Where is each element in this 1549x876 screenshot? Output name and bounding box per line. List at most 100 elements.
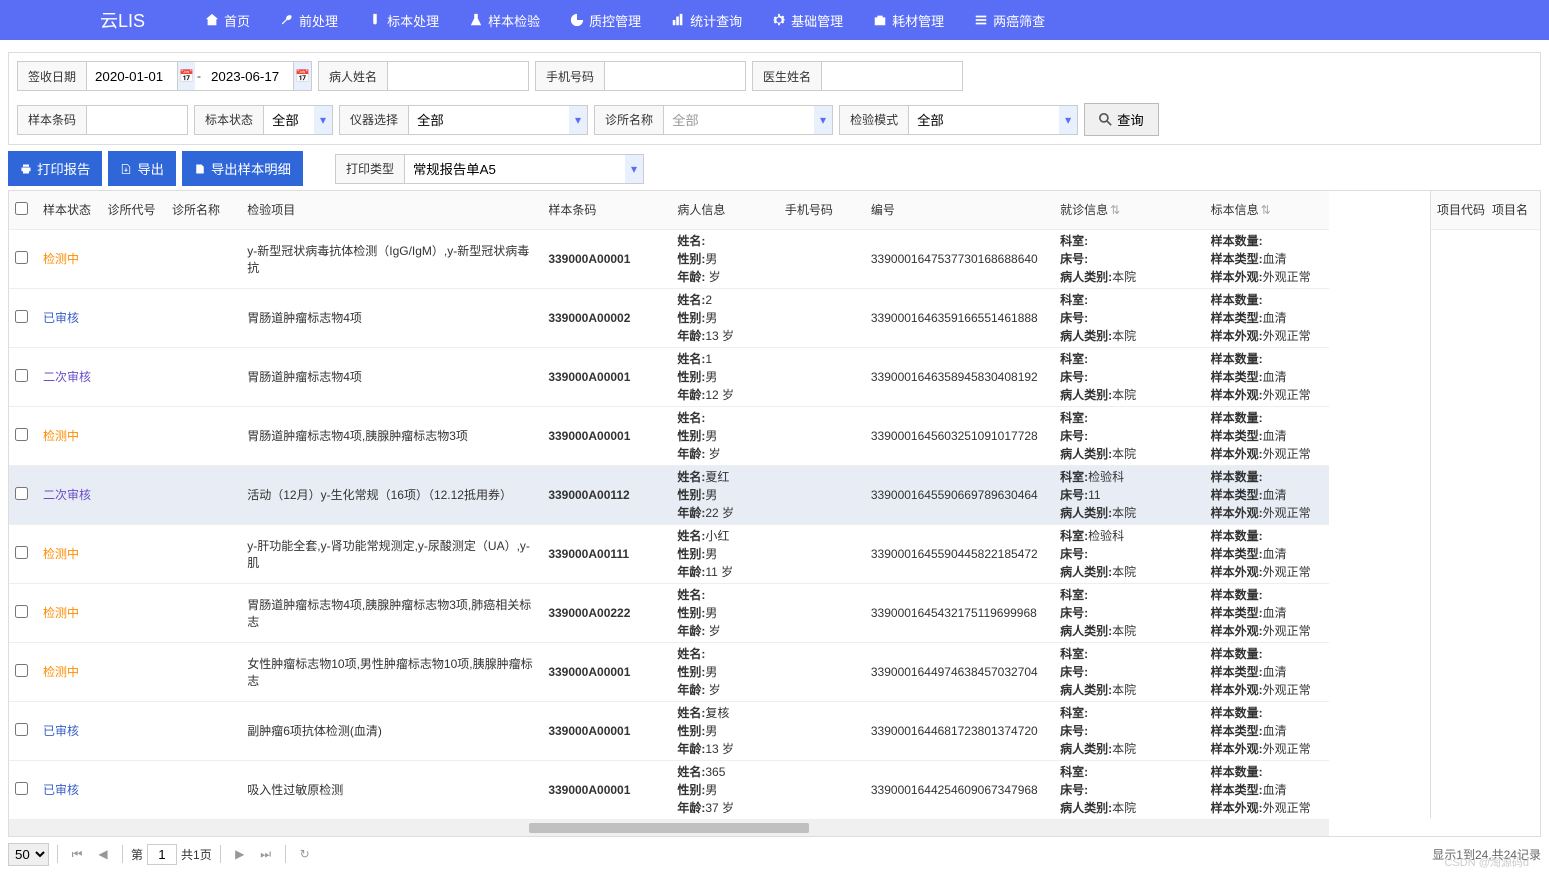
- chevron-down-icon[interactable]: ▾: [1059, 106, 1077, 134]
- refresh-button[interactable]: ↻: [294, 843, 316, 865]
- status-group: 标本状态 ▾: [194, 105, 333, 135]
- col-number[interactable]: 编号: [865, 191, 1054, 229]
- cell-number: 3390001644681723801374720: [865, 701, 1054, 760]
- nav-screening[interactable]: 两癌筛查: [974, 11, 1045, 30]
- patient-name-label: 病人姓名: [319, 62, 388, 90]
- cell-test-item: 胃肠道肿瘤标志物4项,胰腺肿瘤标志物3项,肺癌相关标志: [241, 583, 542, 642]
- table-row[interactable]: 检测中y-新型冠状病毒抗体检测（IgG/IgM）,y-新型冠状病毒抗339000…: [9, 229, 1329, 288]
- row-checkbox[interactable]: [15, 723, 28, 736]
- date-from-input[interactable]: [87, 62, 177, 90]
- date-to-input[interactable]: [203, 62, 293, 90]
- table-row[interactable]: 二次审核胃肠道肿瘤标志物4项339000A00001姓名:1性别:男年龄:12 …: [9, 347, 1329, 406]
- cell-patient-info: 姓名:小红性别:男年龄:11 岁: [671, 524, 779, 583]
- cell-clinic-name: [166, 642, 241, 701]
- table-row[interactable]: 已审核吸入性过敏原检测339000A00001姓名:365性别:男年龄:37 岁…: [9, 760, 1329, 819]
- nav-preprocess[interactable]: 前处理: [280, 11, 338, 30]
- print-type-select[interactable]: [405, 155, 625, 183]
- patient-name-input[interactable]: [388, 62, 528, 90]
- nav-consumable[interactable]: 耗材管理: [873, 11, 944, 30]
- cell-status: 检测中: [37, 229, 102, 288]
- print-report-button[interactable]: 打印报告: [8, 151, 102, 186]
- page-size-select[interactable]: 50: [8, 843, 49, 866]
- last-page-button[interactable]: ⏭: [255, 843, 277, 865]
- nav-specimen[interactable]: 标本处理: [368, 11, 439, 30]
- col-sample-info[interactable]: 标本信息⇅: [1205, 191, 1329, 229]
- clinic-select[interactable]: [664, 106, 814, 134]
- doctor-input[interactable]: [822, 62, 962, 90]
- horizontal-scrollbar[interactable]: [9, 820, 1329, 836]
- cell-visit-info: 科室:床号:病人类别:本院: [1054, 347, 1205, 406]
- cell-visit-info: 科室:床号:病人类别:本院: [1054, 229, 1205, 288]
- calendar-icon[interactable]: 📅: [293, 62, 311, 90]
- nav-qc[interactable]: 质控管理: [570, 11, 641, 30]
- status-select[interactable]: [264, 106, 314, 134]
- table-row[interactable]: 检测中胃肠道肿瘤标志物4项,胰腺肿瘤标志物3项339000A00001姓名:性别…: [9, 406, 1329, 465]
- chevron-down-icon[interactable]: ▾: [625, 155, 643, 183]
- chevron-down-icon[interactable]: ▾: [814, 106, 832, 134]
- sample-table: 样本状态 诊所代号 诊所名称 检验项目 样本条码 病人信息 手机号码 编号 就诊…: [9, 191, 1329, 820]
- table-scroll[interactable]: 样本状态 诊所代号 诊所名称 检验项目 样本条码 病人信息 手机号码 编号 就诊…: [9, 191, 1329, 836]
- barcode-input[interactable]: [87, 106, 187, 134]
- table-row[interactable]: 已审核胃肠道肿瘤标志物4项339000A00002姓名:2性别:男年龄:13 岁…: [9, 288, 1329, 347]
- col-item-code[interactable]: 项目代码: [1431, 191, 1486, 229]
- calendar-icon[interactable]: 📅: [177, 62, 195, 90]
- phone-input[interactable]: [605, 62, 745, 90]
- cell-barcode: 339000A00001: [542, 406, 671, 465]
- prev-page-button[interactable]: ◀: [92, 843, 114, 865]
- scrollbar-thumb[interactable]: [529, 823, 809, 833]
- row-checkbox[interactable]: [15, 310, 28, 323]
- col-clinic-name[interactable]: 诊所名称: [166, 191, 241, 229]
- watermark: CSDN @淘源码d: [1444, 854, 1529, 870]
- first-page-button[interactable]: ⏮: [66, 843, 88, 865]
- row-checkbox[interactable]: [15, 251, 28, 264]
- cell-patient-info: 姓名:性别:男年龄: 岁: [671, 406, 779, 465]
- page-number-input[interactable]: [147, 844, 177, 865]
- table-row[interactable]: 检测中y-肝功能全套,y-肾功能常规测定,y-尿酸测定（UA）,y-肌33900…: [9, 524, 1329, 583]
- col-phone[interactable]: 手机号码: [779, 191, 865, 229]
- row-checkbox[interactable]: [15, 605, 28, 618]
- col-patient-info[interactable]: 病人信息: [671, 191, 779, 229]
- cell-status: 已审核: [37, 760, 102, 819]
- query-button[interactable]: 查询: [1084, 103, 1159, 136]
- col-status[interactable]: 样本状态: [37, 191, 102, 229]
- table-row[interactable]: 二次审核活动（12月）y-生化常规（16项）（12.12抵用券）339000A0…: [9, 465, 1329, 524]
- doctor-group: 医生姓名: [752, 61, 963, 91]
- cell-barcode: 339000A00001: [542, 229, 671, 288]
- nav-sample-test[interactable]: 样本检验: [469, 11, 540, 30]
- next-page-button[interactable]: ▶: [229, 843, 251, 865]
- row-checkbox[interactable]: [15, 664, 28, 677]
- cell-clinic-name: [166, 760, 241, 819]
- row-checkbox[interactable]: [15, 546, 28, 559]
- col-test-item[interactable]: 检验项目: [241, 191, 542, 229]
- export-button[interactable]: 导出: [108, 151, 176, 186]
- row-checkbox[interactable]: [15, 369, 28, 382]
- cell-status: 二次审核: [37, 465, 102, 524]
- col-barcode[interactable]: 样本条码: [542, 191, 671, 229]
- nav-basic[interactable]: 基础管理: [772, 11, 843, 30]
- chevron-down-icon[interactable]: ▾: [569, 106, 587, 134]
- instrument-select[interactable]: [409, 106, 569, 134]
- col-item-name[interactable]: 项目名: [1486, 191, 1540, 229]
- cell-status: 已审核: [37, 288, 102, 347]
- col-clinic-code[interactable]: 诊所代号: [101, 191, 166, 229]
- cell-sample-info: 样本数量:样本类型:血清样本外观:外观正常: [1205, 583, 1329, 642]
- chevron-down-icon[interactable]: ▾: [314, 106, 332, 134]
- export-detail-button[interactable]: 导出样本明细: [182, 151, 303, 186]
- select-all-checkbox[interactable]: [15, 202, 28, 215]
- cell-phone: [779, 465, 865, 524]
- row-checkbox[interactable]: [15, 428, 28, 441]
- cell-visit-info: 科室:床号:病人类别:本院: [1054, 288, 1205, 347]
- nav-stats[interactable]: 统计查询: [671, 11, 742, 30]
- row-checkbox[interactable]: [15, 782, 28, 795]
- export-detail-icon: [194, 163, 206, 175]
- cell-clinic-code: [101, 288, 166, 347]
- row-checkbox[interactable]: [15, 487, 28, 500]
- cell-barcode: 339000A00001: [542, 347, 671, 406]
- mode-select[interactable]: [909, 106, 1059, 134]
- nav-home[interactable]: 首页: [205, 11, 250, 30]
- table-row[interactable]: 检测中胃肠道肿瘤标志物4项,胰腺肿瘤标志物3项,肺癌相关标志339000A002…: [9, 583, 1329, 642]
- cell-number: 3390001646358945830408192: [865, 347, 1054, 406]
- col-visit-info[interactable]: 就诊信息⇅: [1054, 191, 1205, 229]
- table-row[interactable]: 已审核副肿瘤6项抗体检测(血清)339000A00001姓名:复核性别:男年龄:…: [9, 701, 1329, 760]
- table-row[interactable]: 检测中女性肿瘤标志物10项,男性肿瘤标志物10项,胰腺肿瘤标志339000A00…: [9, 642, 1329, 701]
